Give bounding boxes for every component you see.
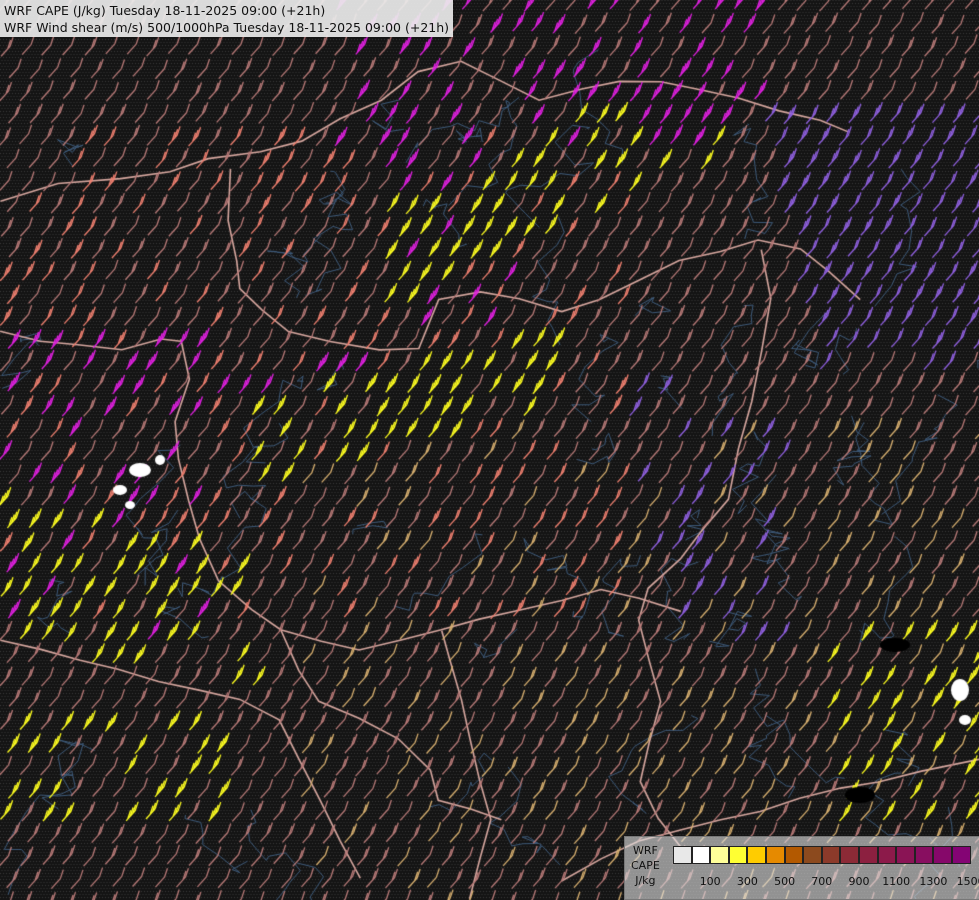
legend-swatch	[747, 846, 766, 864]
legend-tick: 1300	[919, 875, 948, 888]
legend-label-cape: CAPE	[631, 859, 660, 872]
legend-label-unit: J/kg	[635, 874, 656, 887]
legend-swatch	[914, 846, 934, 864]
legend-swatch	[710, 846, 729, 864]
legend-tick: 100	[699, 875, 721, 888]
legend-swatch	[765, 846, 785, 864]
legend-tick: 1100	[882, 875, 911, 888]
cape-legend: WRF CAPE J/kg 100 300 500 700 900 1100 1300 150…	[624, 836, 979, 900]
legend-swatch	[896, 846, 915, 864]
legend-swatch	[933, 846, 952, 864]
legend-swatch	[877, 846, 897, 864]
legend-tick: 300	[736, 875, 758, 888]
legend-tick: 1500	[956, 875, 979, 888]
wind-shear-map	[0, 0, 979, 900]
cape-title: WRF CAPE (J/kg) Tuesday 18-11-2025 09:00…	[4, 3, 326, 18]
legend-swatch	[673, 846, 692, 864]
legend-swatch	[821, 846, 841, 864]
legend-label: WRF CAPE J/kg	[631, 843, 660, 888]
map-title-box: WRF CAPE (J/kg) Tuesday 18-11-2025 09:00…	[0, 0, 454, 37]
legend-swatch	[784, 846, 804, 864]
legend-ticks: 100 300 500 700 900 1100 1300 1500	[673, 875, 979, 889]
wind-shear-title: WRF Wind shear (m/s) 500/1000hPa Tuesday…	[4, 20, 450, 35]
legend-swatch	[951, 846, 971, 864]
legend-swatch	[728, 846, 748, 864]
legend-swatch	[691, 846, 711, 864]
legend-label-wrf: WRF	[632, 844, 658, 857]
legend-tick: 500	[774, 875, 796, 888]
legend-swatch	[803, 846, 822, 864]
legend-tick: 700	[811, 875, 833, 888]
legend-tick: 900	[848, 875, 870, 888]
legend-swatches	[673, 846, 971, 864]
legend-swatch	[840, 846, 859, 864]
legend-swatch	[858, 846, 878, 864]
